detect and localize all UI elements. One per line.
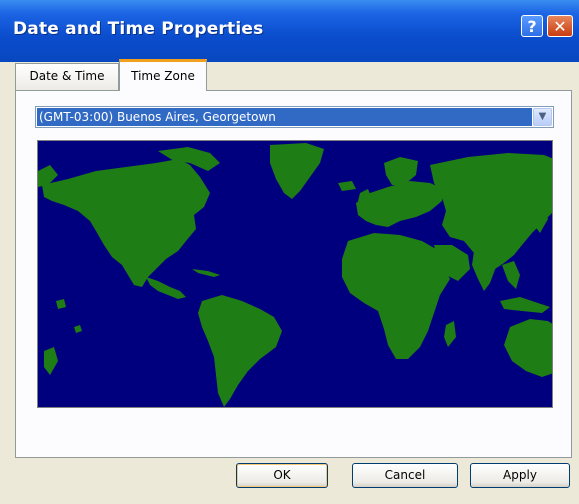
tab-date-time[interactable]: Date & Time <box>15 63 119 90</box>
timezone-selected-value: (GMT-03:00) Buenos Aires, Georgetown <box>37 108 532 126</box>
window-title: Date and Time Properties <box>13 19 264 39</box>
tab-time-zone[interactable]: Time Zone <box>119 59 207 91</box>
help-button[interactable]: ? <box>521 15 543 37</box>
close-button[interactable]: ✕ <box>547 15 573 37</box>
world-map-image <box>38 141 552 407</box>
ok-button[interactable]: OK <box>236 463 328 488</box>
apply-button[interactable]: Apply <box>470 463 570 488</box>
chevron-down-icon[interactable]: ▼ <box>533 108 552 126</box>
timezone-select[interactable]: (GMT-03:00) Buenos Aires, Georgetown ▼ <box>35 106 554 128</box>
cancel-button[interactable]: Cancel <box>352 463 458 488</box>
title-bar[interactable]: Date and Time Properties ? ✕ <box>0 0 579 62</box>
world-map <box>37 140 553 408</box>
dialog-window: Date and Time Properties ? ✕ Date & Time… <box>0 0 579 504</box>
